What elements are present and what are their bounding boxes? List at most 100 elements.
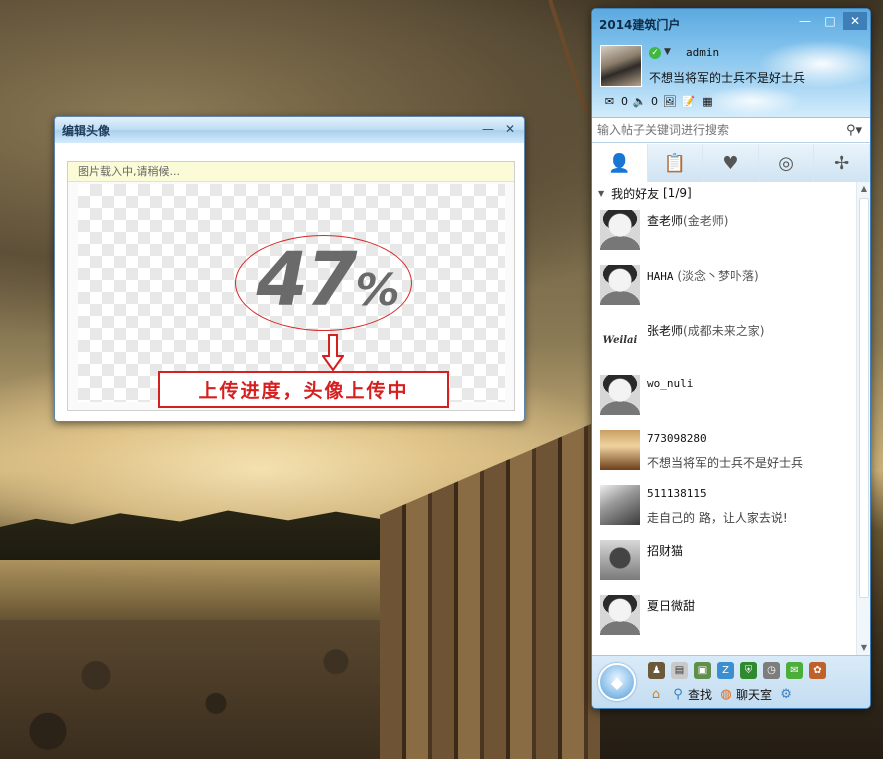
- edit-avatar-title: 编辑头像: [62, 123, 111, 138]
- avatar: [600, 540, 640, 580]
- friend-nickname: 夏日微甜: [647, 599, 696, 613]
- scroll-up-icon[interactable]: ▲: [857, 182, 870, 196]
- edit-avatar-titlebar[interactable]: 编辑头像: [55, 117, 524, 143]
- zone-icon[interactable]: Z: [717, 662, 734, 679]
- notice-count: 0: [651, 95, 658, 108]
- group-label: 我的好友: [611, 186, 660, 201]
- list-item[interactable]: HAHA (淡念丶梦卟落): [592, 259, 856, 314]
- apps-grid-icon[interactable]: ▦: [700, 95, 715, 108]
- signature[interactable]: 不想当将军的士兵不是好士兵: [649, 69, 805, 86]
- plant-icon[interactable]: ✿: [809, 662, 826, 679]
- annotation-caption: 上传进度，头像上传中: [158, 371, 449, 408]
- bottom-actions: ⌂ ⚲ 查找 ◍ 聊天室 ⚙: [648, 686, 794, 703]
- notepad-icon[interactable]: 📝: [681, 95, 696, 108]
- friend-nickname: HAHA: [647, 270, 674, 283]
- avatar: [600, 210, 640, 250]
- friend-name: 张老师(成都未来之家): [647, 322, 764, 339]
- tab-favorites[interactable]: ♥: [703, 144, 759, 182]
- scroll-thumb[interactable]: [859, 198, 869, 598]
- box-icon[interactable]: ▣: [694, 662, 711, 679]
- search-icon[interactable]: ⚲▾: [846, 123, 862, 138]
- friend-remark: (淡念丶梦卟落): [677, 269, 759, 283]
- friend-signature: 不想当将军的士兵不是好士兵: [647, 456, 804, 470]
- group-header-my-friends[interactable]: ▼ 我的好友 [1/9]: [592, 182, 856, 204]
- list-item[interactable]: Weilai 张老师(成都未来之家): [592, 314, 856, 369]
- list-item[interactable]: wo_nuli: [592, 369, 856, 424]
- avatar: [600, 375, 640, 415]
- chevron-down-icon: ▼: [598, 188, 605, 198]
- list-item[interactable]: 查老师(金老师): [592, 204, 856, 259]
- lifebuoy-icon: ◍: [720, 687, 732, 702]
- friend-nickname: wo_nuli: [647, 377, 694, 390]
- gear-icon[interactable]: ⚙: [778, 687, 794, 703]
- panel-tabs: 👤 📋 ♥ ◎ ✢: [592, 144, 870, 182]
- photo-icon[interactable]: 🖼: [662, 95, 677, 108]
- my-avatar[interactable]: [600, 45, 642, 87]
- notes-icon: 📋: [663, 152, 687, 174]
- minimize-button[interactable]: —: [793, 12, 817, 30]
- bottom-toolbar: ◆ ♟ ▤ ▣ Z ⛨ ◷ ✉ ✿ ⌂ ⚲ 查找 ◍ 聊天室 ⚙: [592, 655, 870, 708]
- app-shortcuts: ♟ ▤ ▣ Z ⛨ ◷ ✉ ✿: [648, 662, 826, 679]
- close-button[interactable]: ✕: [500, 120, 520, 137]
- game-icon[interactable]: ♟: [648, 662, 665, 679]
- edit-avatar-window: 编辑头像 — ✕ 图片载入中,请稍候... 47% 上传进度，头像上传中: [54, 116, 525, 422]
- friend-remark: (成都未来之家): [683, 324, 765, 338]
- group-count: [1/9]: [663, 186, 692, 200]
- list-item[interactable]: 773098280 不想当将军的士兵不是好士兵: [592, 424, 856, 479]
- friend-list: ▼ 我的好友 [1/9] 查老师(金老师) HAHA (淡念丶梦卟落) Weil…: [592, 182, 856, 655]
- upload-progress-readout: 47%: [243, 232, 413, 349]
- main-menu-button[interactable]: ◆: [598, 663, 636, 701]
- mail-icon[interactable]: ✉: [602, 95, 617, 108]
- mail-count: 0: [621, 95, 628, 108]
- avatar: [600, 265, 640, 305]
- friend-remark: (金老师): [683, 214, 729, 228]
- shield-icon[interactable]: ⛨: [740, 662, 757, 679]
- tab-explore[interactable]: ◎: [759, 144, 815, 182]
- compass-icon: ◎: [778, 152, 794, 174]
- profile-header: 2014建筑门户 — □ ✕ ✓ ▼ admin 不想当将军的士兵不是好士兵 ✉…: [592, 9, 870, 117]
- panel-title: 2014建筑门户: [599, 18, 681, 32]
- dropbox-icon: ◆: [610, 672, 624, 692]
- heart-icon: ♥: [722, 152, 739, 174]
- speaker-icon[interactable]: 🔈: [632, 95, 647, 108]
- tab-contacts[interactable]: 👤: [592, 144, 648, 182]
- avatar: [600, 595, 640, 635]
- friend-nickname: 511138115: [647, 487, 707, 500]
- close-button[interactable]: ✕: [843, 12, 867, 30]
- home-icon[interactable]: ⌂: [648, 687, 664, 703]
- list-item[interactable]: 招财猫: [592, 534, 856, 589]
- find-label: 查找: [688, 688, 713, 702]
- fishing-rod-decoration: [548, 0, 589, 115]
- search-input[interactable]: [597, 123, 837, 137]
- username: admin: [686, 46, 720, 59]
- online-status-icon[interactable]: ✓: [649, 47, 661, 59]
- tab-more[interactable]: ✢: [814, 144, 870, 182]
- chevron-down-icon[interactable]: ▼: [664, 47, 671, 57]
- friend-nickname: 招财猫: [647, 544, 684, 558]
- maximize-button[interactable]: □: [818, 12, 842, 30]
- friend-nickname: 773098280: [647, 432, 707, 445]
- list-item[interactable]: 夏日微甜: [592, 589, 856, 644]
- avatar: Weilai: [600, 320, 640, 360]
- find-button[interactable]: ⚲ 查找: [670, 686, 712, 703]
- scroll-down-icon[interactable]: ▼: [857, 641, 870, 655]
- friend-nickname: 查老师: [647, 214, 684, 228]
- tab-notes[interactable]: 📋: [648, 144, 704, 182]
- friend-name: 查老师(金老师): [647, 212, 728, 229]
- clock-icon[interactable]: ◷: [763, 662, 780, 679]
- minimize-button[interactable]: —: [478, 120, 498, 137]
- im-main-panel: 2014建筑门户 — □ ✕ ✓ ▼ admin 不想当将军的士兵不是好士兵 ✉…: [591, 8, 871, 709]
- calendar-icon[interactable]: ▤: [671, 662, 688, 679]
- chatroom-button[interactable]: ◍ 聊天室: [718, 686, 772, 703]
- upload-progress-number: 47: [256, 237, 357, 323]
- search-bar: ⚲▾: [592, 117, 870, 143]
- wallpaper-pier: [380, 420, 600, 759]
- avatar: [600, 485, 640, 525]
- list-item[interactable]: 511138115 走自己的 路，让人家去说!: [592, 479, 856, 534]
- contacts-icon: 👤: [608, 152, 631, 174]
- magnifier-icon: ⚲: [673, 687, 683, 702]
- header-toolbar: ✉ 0 🔈 0 🖼 📝 ▦: [602, 95, 715, 108]
- chat-bubble-icon[interactable]: ✉: [786, 662, 803, 679]
- friend-list-scrollbar[interactable]: ▲ ▼: [856, 182, 870, 655]
- avatar: [600, 430, 640, 470]
